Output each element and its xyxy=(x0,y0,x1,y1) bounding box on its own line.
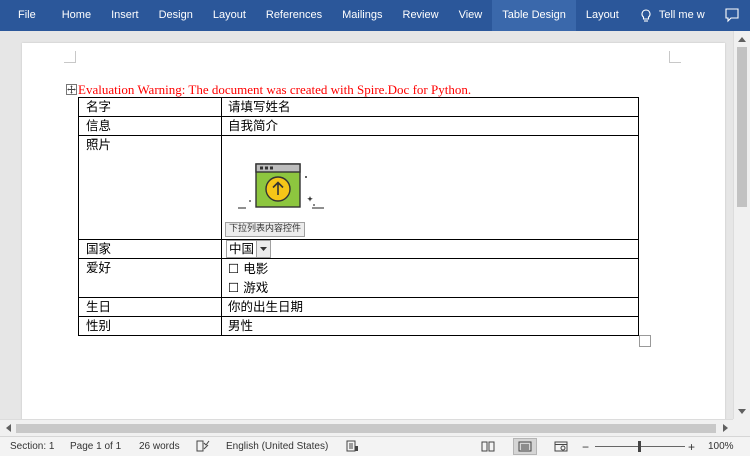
checkbox-label: 电影 xyxy=(243,261,269,276)
tab-mailings[interactable]: Mailings xyxy=(332,0,392,31)
table-cell-value[interactable]: 男性 xyxy=(221,316,639,336)
checkbox-item[interactable]: ☐ 游戏 xyxy=(228,278,638,297)
table-row: 性别 男性 xyxy=(78,316,639,336)
table-cell-value[interactable]: 请填写姓名 xyxy=(221,97,639,117)
ribbon-tab-bar: File Home Insert Design Layout Reference… xyxy=(0,0,750,31)
table-resize-handle[interactable] xyxy=(639,335,651,347)
accessibility-icon[interactable] xyxy=(346,440,359,455)
proofing-icon[interactable] xyxy=(196,440,210,455)
birthday-placeholder: 你的出生日期 xyxy=(228,299,304,314)
zoom-slider-thumb[interactable] xyxy=(638,441,641,452)
table-row: 信息 自我简介 xyxy=(78,116,639,136)
row-label: 性别 xyxy=(86,318,112,333)
horizontal-scrollbar[interactable] xyxy=(0,419,733,436)
status-bar: Section: 1 Page 1 of 1 26 words English … xyxy=(0,436,750,456)
table-cell-label[interactable]: 生日 xyxy=(78,297,222,317)
page-corner-mark xyxy=(669,51,681,63)
table-cell-label[interactable]: 国家 xyxy=(78,239,222,259)
word-count[interactable]: 26 words xyxy=(139,437,180,456)
image-upload-icon[interactable] xyxy=(236,162,326,219)
tab-view[interactable]: View xyxy=(449,0,493,31)
scroll-down-icon[interactable] xyxy=(734,403,750,419)
table-row: 生日 你的出生日期 xyxy=(78,297,639,317)
horizontal-scroll-thumb[interactable] xyxy=(16,424,716,433)
scroll-left-icon[interactable] xyxy=(0,420,16,436)
checkbox-icon[interactable]: ☐ xyxy=(228,261,239,276)
lightbulb-icon xyxy=(641,8,651,23)
page-corner-mark xyxy=(64,51,76,63)
table-cell-photo[interactable]: 下拉列表内容控件 xyxy=(221,135,639,240)
name-placeholder: 请填写姓名 xyxy=(228,99,291,114)
table-cell-label[interactable]: 性别 xyxy=(78,316,222,336)
tab-design[interactable]: Design xyxy=(149,0,203,31)
table-row: 名字 请填写姓名 xyxy=(78,97,639,117)
table-cell-label[interactable]: 爱好 xyxy=(78,258,222,298)
tab-references[interactable]: References xyxy=(256,0,332,31)
row-label: 生日 xyxy=(86,299,112,314)
zoom-in-button[interactable]: + xyxy=(688,437,695,456)
document-page[interactable]: Evaluation Warning: The document was cre… xyxy=(22,43,725,419)
zoom-level[interactable]: 100% xyxy=(708,437,734,456)
language-indicator[interactable]: English (United States) xyxy=(226,437,328,456)
tab-file[interactable]: File xyxy=(0,0,52,31)
table-move-handle[interactable] xyxy=(66,84,77,95)
move-arrows-icon xyxy=(67,85,76,94)
chevron-down-icon[interactable] xyxy=(256,241,271,257)
table-cell-value[interactable]: 你的出生日期 xyxy=(221,297,639,317)
country-dropdown[interactable]: 中国 xyxy=(226,240,272,258)
table-cell-value[interactable]: ☐ 电影 ☐ 游戏 xyxy=(221,258,639,298)
row-label: 信息 xyxy=(86,118,112,133)
table-row: 照片 下拉列表内容控件 xyxy=(78,135,639,240)
evaluation-warning: Evaluation Warning: The document was cre… xyxy=(78,82,472,97)
row-label: 名字 xyxy=(86,99,112,114)
tell-me-search[interactable]: Tell me w xyxy=(629,0,705,31)
info-placeholder: 自我简介 xyxy=(228,118,279,133)
tell-me-label: Tell me w xyxy=(658,9,705,21)
table-cell-label[interactable]: 名字 xyxy=(78,97,222,117)
row-label: 照片 xyxy=(86,137,112,152)
table-row: 爱好 ☐ 电影 ☐ 游戏 xyxy=(78,258,639,298)
gender-value: 男性 xyxy=(228,318,254,333)
tab-insert[interactable]: Insert xyxy=(101,0,149,31)
tab-table-design[interactable]: Table Design xyxy=(492,0,576,31)
table-cell-label[interactable]: 信息 xyxy=(78,116,222,136)
word-window: File Home Insert Design Layout Reference… xyxy=(0,0,750,456)
dropdown-selected-value: 中国 xyxy=(229,241,255,256)
table-row: 国家 中国 xyxy=(78,239,639,259)
read-mode-icon[interactable] xyxy=(476,438,500,455)
zoom-out-button[interactable]: − xyxy=(582,437,589,456)
document-canvas: Evaluation Warning: The document was cre… xyxy=(0,31,733,419)
checkbox-icon[interactable]: ☐ xyxy=(228,280,239,295)
comment-icon[interactable] xyxy=(724,7,740,26)
vertical-scrollbar[interactable] xyxy=(733,31,750,419)
print-layout-icon[interactable] xyxy=(513,438,537,455)
scroll-up-icon[interactable] xyxy=(734,31,750,47)
section-indicator[interactable]: Section: 1 xyxy=(10,437,54,456)
table-cell-label[interactable]: 照片 xyxy=(78,135,222,240)
scrollbar-corner xyxy=(733,419,750,436)
tab-table-layout[interactable]: Layout xyxy=(576,0,629,31)
tab-layout[interactable]: Layout xyxy=(203,0,256,31)
page-indicator[interactable]: Page 1 of 1 xyxy=(70,437,121,456)
tab-review[interactable]: Review xyxy=(393,0,449,31)
scroll-right-icon[interactable] xyxy=(717,420,733,436)
vertical-scroll-thumb[interactable] xyxy=(737,47,747,207)
table-cell-value[interactable]: 自我简介 xyxy=(221,116,639,136)
content-control-tag[interactable]: 下拉列表内容控件 xyxy=(225,222,306,237)
row-label: 国家 xyxy=(86,241,112,256)
tab-home[interactable]: Home xyxy=(52,0,101,31)
checkbox-label: 游戏 xyxy=(243,280,269,295)
web-layout-icon[interactable] xyxy=(549,438,573,455)
form-table: 名字 请填写姓名 信息 自我简介 照片 下拉列表内容控件 国家 中国 爱好 ☐ … xyxy=(78,97,639,336)
table-cell-value[interactable]: 中国 xyxy=(221,239,639,259)
checkbox-item[interactable]: ☐ 电影 xyxy=(228,259,638,278)
row-label: 爱好 xyxy=(86,260,112,275)
